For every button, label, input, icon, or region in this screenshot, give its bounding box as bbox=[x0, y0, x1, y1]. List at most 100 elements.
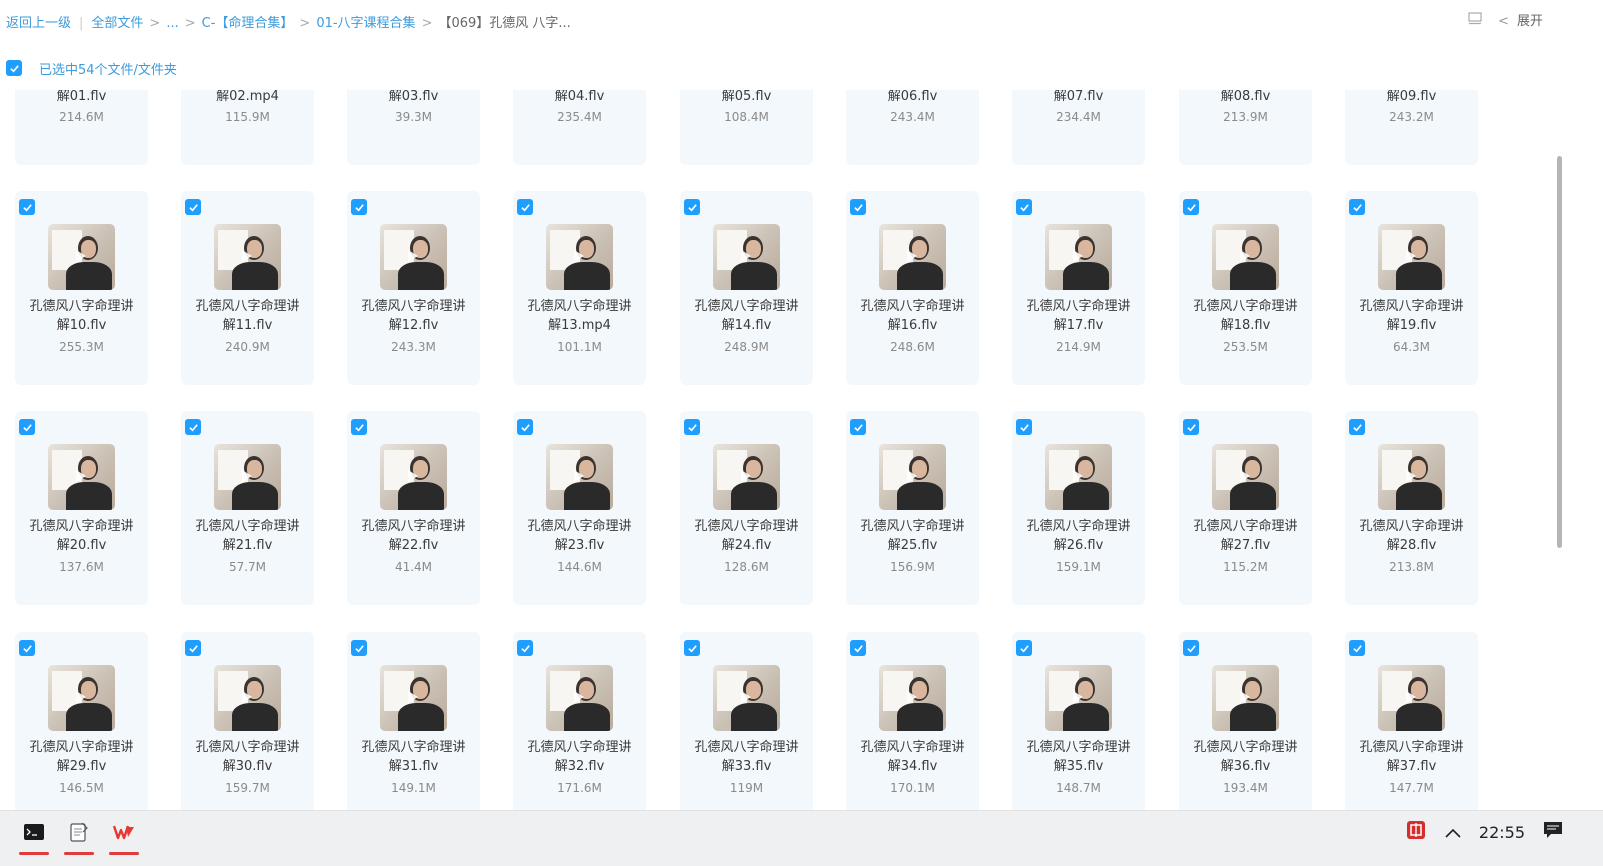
file-tile[interactable]: 孔德风八字命理讲 解12.flv 243.3M bbox=[347, 191, 480, 385]
file-checkbox[interactable] bbox=[1349, 640, 1365, 656]
video-thumbnail[interactable] bbox=[48, 665, 115, 731]
file-checkbox[interactable] bbox=[850, 419, 866, 435]
file-checkbox[interactable] bbox=[19, 419, 35, 435]
file-tile[interactable]: 孔德风八字命理讲 解33.flv 119M bbox=[680, 632, 813, 810]
video-thumbnail[interactable] bbox=[214, 224, 281, 290]
file-checkbox[interactable] bbox=[1349, 419, 1365, 435]
file-tile[interactable]: 孔德风八字命理讲 解24.flv 128.6M bbox=[680, 411, 813, 605]
file-tile[interactable]: 解02.mp4 115.9M bbox=[181, 90, 314, 165]
video-thumbnail[interactable] bbox=[1045, 665, 1112, 731]
chevron-up-icon[interactable] bbox=[1445, 823, 1461, 842]
file-checkbox[interactable] bbox=[19, 640, 35, 656]
video-thumbnail[interactable] bbox=[546, 665, 613, 731]
file-tile[interactable]: 解07.flv 234.4M bbox=[1012, 90, 1145, 165]
file-checkbox[interactable] bbox=[1349, 199, 1365, 215]
video-thumbnail[interactable] bbox=[1378, 224, 1445, 290]
taskbar-wps[interactable] bbox=[107, 819, 141, 855]
file-tile[interactable]: 孔德风八字命理讲 解36.flv 193.4M bbox=[1179, 632, 1312, 810]
file-checkbox[interactable] bbox=[684, 199, 700, 215]
video-thumbnail[interactable] bbox=[546, 224, 613, 290]
video-thumbnail[interactable] bbox=[380, 224, 447, 290]
video-thumbnail[interactable] bbox=[380, 444, 447, 510]
file-tile[interactable]: 孔德风八字命理讲 解18.flv 253.5M bbox=[1179, 191, 1312, 385]
video-thumbnail[interactable] bbox=[214, 444, 281, 510]
file-tile[interactable]: 孔德风八字命理讲 解20.flv 137.6M bbox=[15, 411, 148, 605]
file-tile[interactable]: 解09.flv 243.2M bbox=[1345, 90, 1478, 165]
file-tile[interactable]: 解05.flv 108.4M bbox=[680, 90, 813, 165]
video-thumbnail[interactable] bbox=[1045, 224, 1112, 290]
file-tile[interactable]: 孔德风八字命理讲 解11.flv 240.9M bbox=[181, 191, 314, 385]
video-thumbnail[interactable] bbox=[1378, 444, 1445, 510]
breadcrumb-all-files[interactable]: 全部文件 bbox=[91, 12, 143, 31]
file-checkbox[interactable] bbox=[684, 640, 700, 656]
file-checkbox[interactable] bbox=[1016, 640, 1032, 656]
file-checkbox[interactable] bbox=[684, 419, 700, 435]
file-checkbox[interactable] bbox=[351, 199, 367, 215]
file-tile[interactable]: 孔德风八字命理讲 解16.flv 248.6M bbox=[846, 191, 979, 385]
file-checkbox[interactable] bbox=[850, 640, 866, 656]
ime-icon[interactable] bbox=[1405, 819, 1427, 845]
taskbar-notepad[interactable] bbox=[62, 819, 96, 855]
file-checkbox[interactable] bbox=[185, 640, 201, 656]
video-thumbnail[interactable] bbox=[713, 665, 780, 731]
breadcrumb-folder-2[interactable]: 01-八字课程合集 bbox=[316, 12, 415, 31]
file-checkbox[interactable] bbox=[1016, 419, 1032, 435]
video-thumbnail[interactable] bbox=[713, 444, 780, 510]
video-thumbnail[interactable] bbox=[879, 444, 946, 510]
file-checkbox[interactable] bbox=[517, 419, 533, 435]
video-thumbnail[interactable] bbox=[214, 665, 281, 731]
notification-icon[interactable] bbox=[1543, 821, 1563, 843]
file-checkbox[interactable] bbox=[351, 640, 367, 656]
file-tile[interactable]: 解04.flv 235.4M bbox=[513, 90, 646, 165]
file-tile[interactable]: 解06.flv 243.4M bbox=[846, 90, 979, 165]
video-thumbnail[interactable] bbox=[546, 444, 613, 510]
taskbar-terminal[interactable] bbox=[17, 819, 51, 855]
file-checkbox[interactable] bbox=[1016, 199, 1032, 215]
file-checkbox[interactable] bbox=[1183, 419, 1199, 435]
file-tile[interactable]: 孔德风八字命理讲 解21.flv 57.7M bbox=[181, 411, 314, 605]
file-tile[interactable]: 解08.flv 213.9M bbox=[1179, 90, 1312, 165]
file-tile[interactable]: 孔德风八字命理讲 解14.flv 248.9M bbox=[680, 191, 813, 385]
file-tile[interactable]: 孔德风八字命理讲 解29.flv 146.5M bbox=[15, 632, 148, 810]
video-thumbnail[interactable] bbox=[48, 444, 115, 510]
file-tile[interactable]: 解01.flv 214.6M bbox=[15, 90, 148, 165]
file-checkbox[interactable] bbox=[517, 199, 533, 215]
file-tile[interactable]: 孔德风八字命理讲 解26.flv 159.1M bbox=[1012, 411, 1145, 605]
view-mode-icon[interactable] bbox=[1468, 11, 1482, 29]
file-checkbox[interactable] bbox=[850, 199, 866, 215]
video-thumbnail[interactable] bbox=[1212, 444, 1279, 510]
file-tile[interactable]: 孔德风八字命理讲 解17.flv 214.9M bbox=[1012, 191, 1145, 385]
file-tile[interactable]: 孔德风八字命理讲 解31.flv 149.1M bbox=[347, 632, 480, 810]
video-thumbnail[interactable] bbox=[879, 665, 946, 731]
file-checkbox[interactable] bbox=[1183, 640, 1199, 656]
file-tile[interactable]: 孔德风八字命理讲 解37.flv 147.7M bbox=[1345, 632, 1478, 810]
file-tile[interactable]: 孔德风八字命理讲 解10.flv 255.3M bbox=[15, 191, 148, 385]
video-thumbnail[interactable] bbox=[48, 224, 115, 290]
video-thumbnail[interactable] bbox=[713, 224, 780, 290]
clock[interactable]: 22:55 bbox=[1479, 823, 1525, 842]
video-thumbnail[interactable] bbox=[1378, 665, 1445, 731]
video-thumbnail[interactable] bbox=[1212, 224, 1279, 290]
file-tile[interactable]: 孔德风八字命理讲 解13.mp4 101.1M bbox=[513, 191, 646, 385]
vertical-scrollbar[interactable] bbox=[1557, 156, 1562, 548]
file-checkbox[interactable] bbox=[1183, 199, 1199, 215]
file-tile[interactable]: 孔德风八字命理讲 解19.flv 64.3M bbox=[1345, 191, 1478, 385]
file-tile[interactable]: 孔德风八字命理讲 解32.flv 171.6M bbox=[513, 632, 646, 810]
video-thumbnail[interactable] bbox=[1045, 444, 1112, 510]
file-checkbox[interactable] bbox=[351, 419, 367, 435]
file-checkbox[interactable] bbox=[19, 199, 35, 215]
select-all-checkbox[interactable] bbox=[6, 60, 22, 76]
video-thumbnail[interactable] bbox=[1212, 665, 1279, 731]
file-tile[interactable]: 孔德风八字命理讲 解23.flv 144.6M bbox=[513, 411, 646, 605]
file-checkbox[interactable] bbox=[517, 640, 533, 656]
file-tile[interactable]: 解03.flv 39.3M bbox=[347, 90, 480, 165]
file-tile[interactable]: 孔德风八字命理讲 解35.flv 148.7M bbox=[1012, 632, 1145, 810]
file-tile[interactable]: 孔德风八字命理讲 解27.flv 115.2M bbox=[1179, 411, 1312, 605]
video-thumbnail[interactable] bbox=[380, 665, 447, 731]
file-tile[interactable]: 孔德风八字命理讲 解22.flv 41.4M bbox=[347, 411, 480, 605]
file-tile[interactable]: 孔德风八字命理讲 解34.flv 170.1M bbox=[846, 632, 979, 810]
expand-button[interactable]: < 展开 bbox=[1498, 10, 1543, 29]
file-tile[interactable]: 孔德风八字命理讲 解25.flv 156.9M bbox=[846, 411, 979, 605]
video-thumbnail[interactable] bbox=[879, 224, 946, 290]
breadcrumb-ellipsis[interactable]: ... bbox=[166, 16, 178, 31]
